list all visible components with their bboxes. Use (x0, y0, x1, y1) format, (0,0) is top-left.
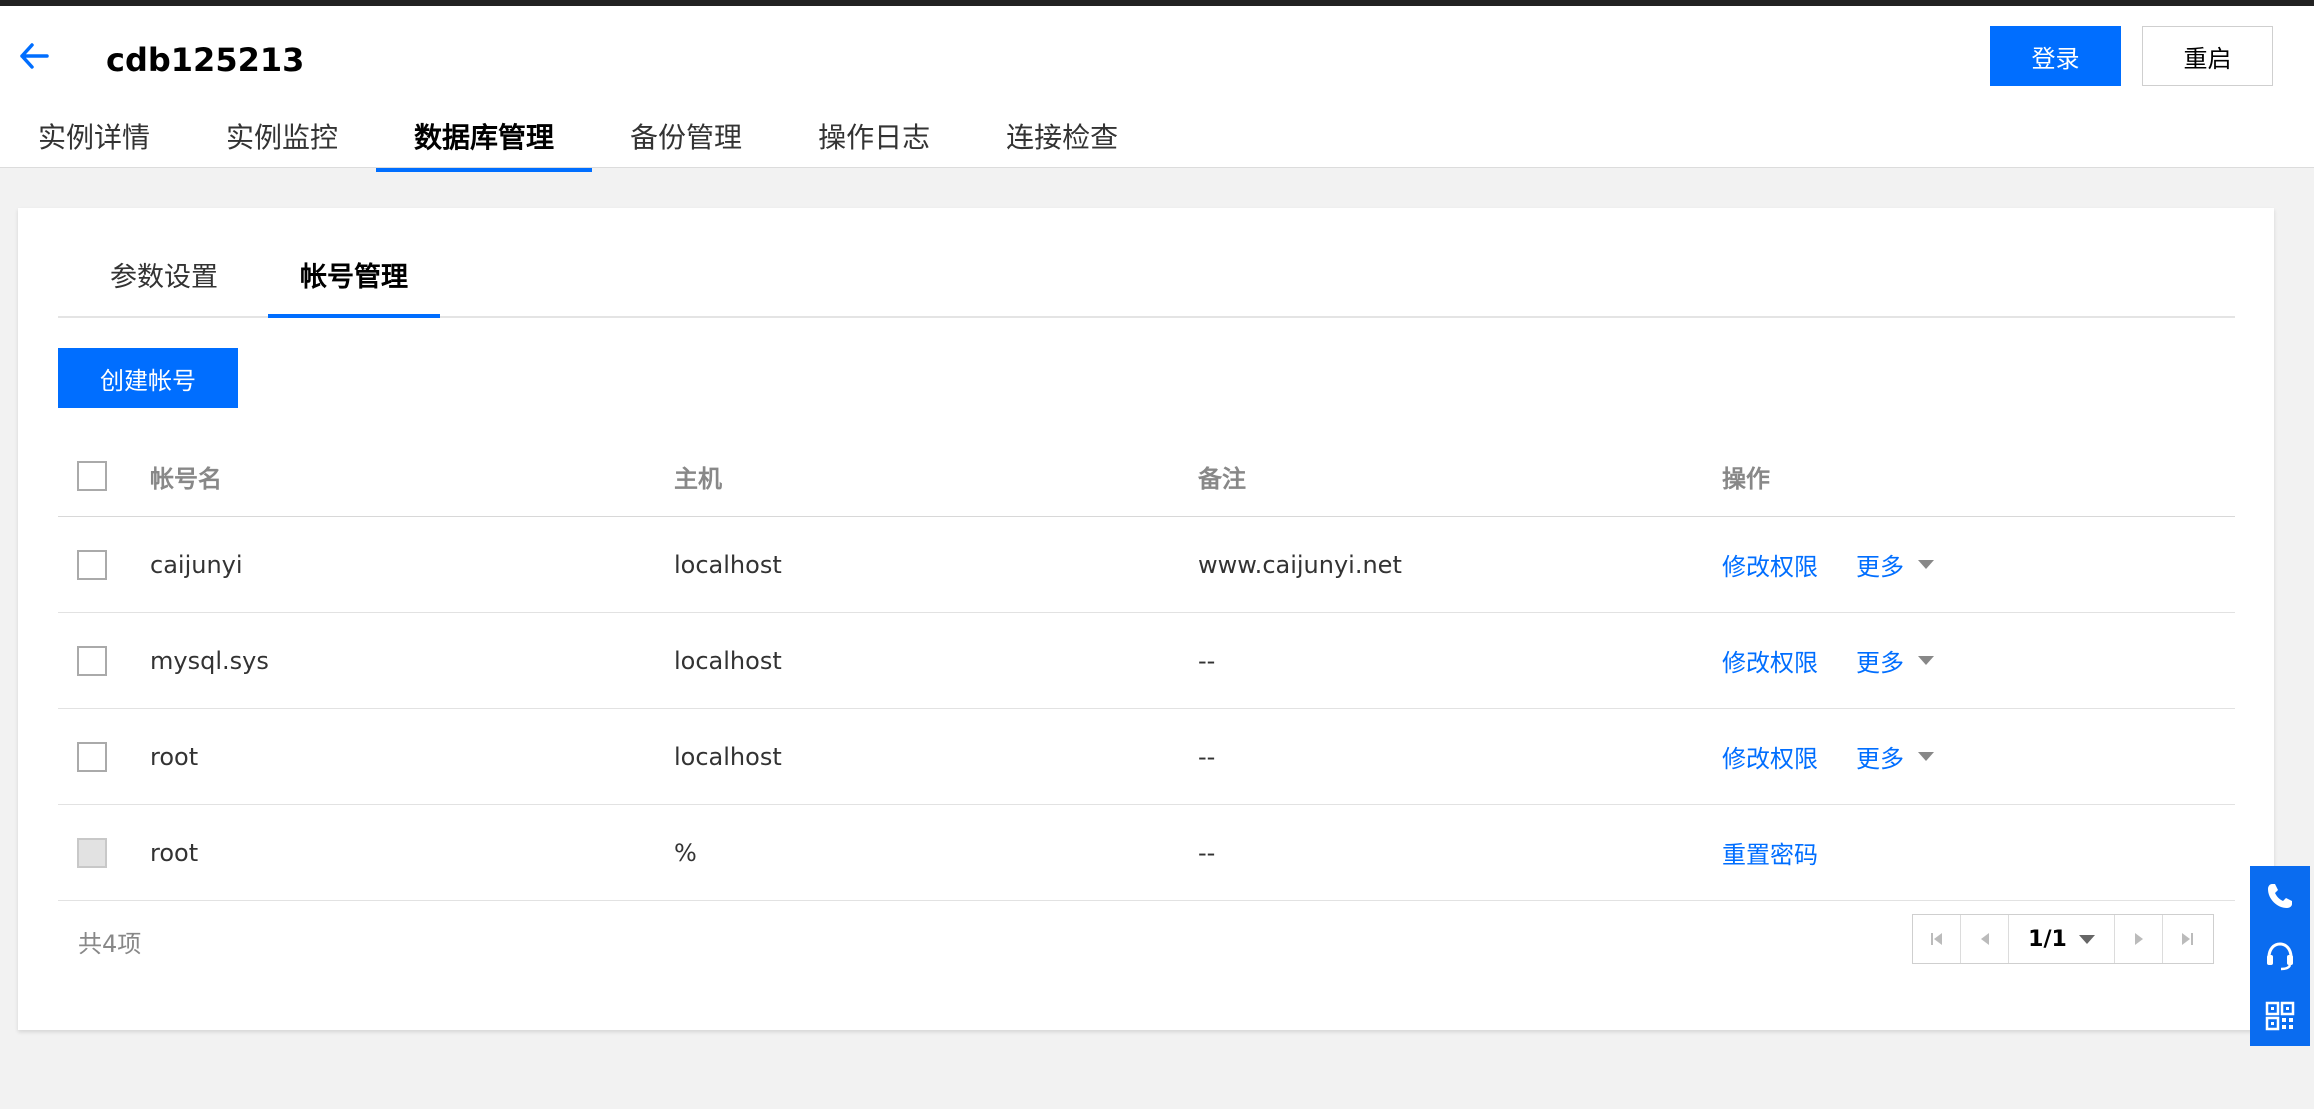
accounts-table: 帐号名 主机 备注 操作 caijunyi localhost www.caij… (58, 436, 2235, 901)
row-checkbox[interactable] (77, 645, 107, 676)
phone-icon[interactable] (2250, 866, 2310, 926)
tab-connection-check[interactable]: 连接检查 (968, 110, 1156, 172)
modify-permissions-link[interactable]: 修改权限 (1722, 739, 1818, 774)
restart-button[interactable]: 重启 (2142, 26, 2273, 86)
next-page-icon[interactable] (2115, 915, 2163, 963)
more-dropdown[interactable]: 更多 (1856, 547, 1934, 582)
account-host: localhost (674, 550, 782, 579)
content-card: 参数设置 帐号管理 创建帐号 帐号名 主机 备注 操作 caijunyi loc… (18, 208, 2274, 1030)
table-row: caijunyi localhost www.caijunyi.net 修改权限… (58, 517, 2235, 613)
sub-tab-bar: 参数设置 帐号管理 (58, 248, 2235, 318)
account-host: localhost (674, 742, 782, 771)
back-arrow-icon[interactable] (14, 36, 54, 76)
column-header-operation: 操作 (1722, 464, 1770, 493)
row-checkbox[interactable] (77, 741, 107, 772)
tab-parameter-settings[interactable]: 参数设置 (78, 248, 250, 316)
headset-icon[interactable] (2250, 926, 2310, 986)
modify-permissions-link[interactable]: 修改权限 (1722, 643, 1818, 678)
select-all-checkbox[interactable] (77, 461, 107, 491)
account-note: -- (1198, 646, 1216, 675)
last-page-icon[interactable] (2163, 915, 2211, 963)
table-row: mysql.sys localhost -- 修改权限 更多 (58, 613, 2235, 709)
more-label: 更多 (1856, 649, 1904, 677)
tab-instance-monitoring[interactable]: 实例监控 (188, 110, 376, 172)
tab-instance-details[interactable]: 实例详情 (0, 110, 188, 172)
more-dropdown[interactable]: 更多 (1856, 643, 1934, 678)
total-count: 共4项 (78, 930, 142, 958)
account-note: -- (1198, 838, 1216, 867)
table-row: root localhost -- 修改权限 更多 (58, 709, 2235, 805)
account-name: root (150, 838, 199, 867)
prev-page-icon[interactable] (1961, 915, 2009, 963)
page-select[interactable]: 1/1 (2009, 915, 2115, 963)
tab-operation-log[interactable]: 操作日志 (780, 110, 968, 172)
caret-down-icon (1918, 560, 1934, 569)
page-indicator: 1/1 (2028, 926, 2067, 952)
page-title: cdb125213 (106, 41, 305, 79)
pagination: 1/1 (1912, 914, 2214, 964)
more-label: 更多 (1856, 745, 1904, 773)
caret-down-icon (2078, 934, 2095, 944)
table-header-row: 帐号名 主机 备注 操作 (58, 436, 2235, 517)
modify-permissions-link[interactable]: 修改权限 (1722, 547, 1818, 582)
table-row: root % -- 重置密码 (58, 805, 2235, 901)
more-label: 更多 (1856, 553, 1904, 581)
reset-password-link[interactable]: 重置密码 (1722, 835, 1818, 870)
main-tab-bar: 实例详情 实例监控 数据库管理 备份管理 操作日志 连接检查 (0, 110, 1156, 172)
more-dropdown[interactable]: 更多 (1856, 739, 1934, 774)
tab-database-management[interactable]: 数据库管理 (376, 110, 593, 172)
page-header: cdb125213 登录 重启 实例详情 实例监控 数据库管理 备份管理 操作日… (0, 6, 2314, 172)
caret-down-icon (1918, 656, 1934, 665)
create-account-button[interactable]: 创建帐号 (58, 348, 238, 408)
column-header-note: 备注 (1198, 464, 1246, 493)
login-button[interactable]: 登录 (1990, 26, 2121, 86)
row-checkbox-disabled (77, 837, 107, 868)
caret-down-icon (1918, 752, 1934, 761)
account-note: www.caijunyi.net (1198, 550, 1402, 579)
account-host: % (674, 838, 697, 867)
tab-account-management[interactable]: 帐号管理 (268, 248, 440, 318)
account-note: -- (1198, 742, 1216, 771)
column-header-account-name: 帐号名 (150, 464, 222, 493)
row-checkbox[interactable] (77, 549, 107, 580)
floating-help-bar (2250, 866, 2310, 1046)
account-name: caijunyi (150, 550, 243, 579)
column-header-host: 主机 (674, 464, 722, 493)
account-name: mysql.sys (150, 646, 269, 675)
account-host: localhost (674, 646, 782, 675)
first-page-icon[interactable] (1913, 915, 1961, 963)
qr-code-icon[interactable] (2250, 986, 2310, 1046)
tab-backup-management[interactable]: 备份管理 (592, 110, 780, 172)
account-name: root (150, 742, 199, 771)
